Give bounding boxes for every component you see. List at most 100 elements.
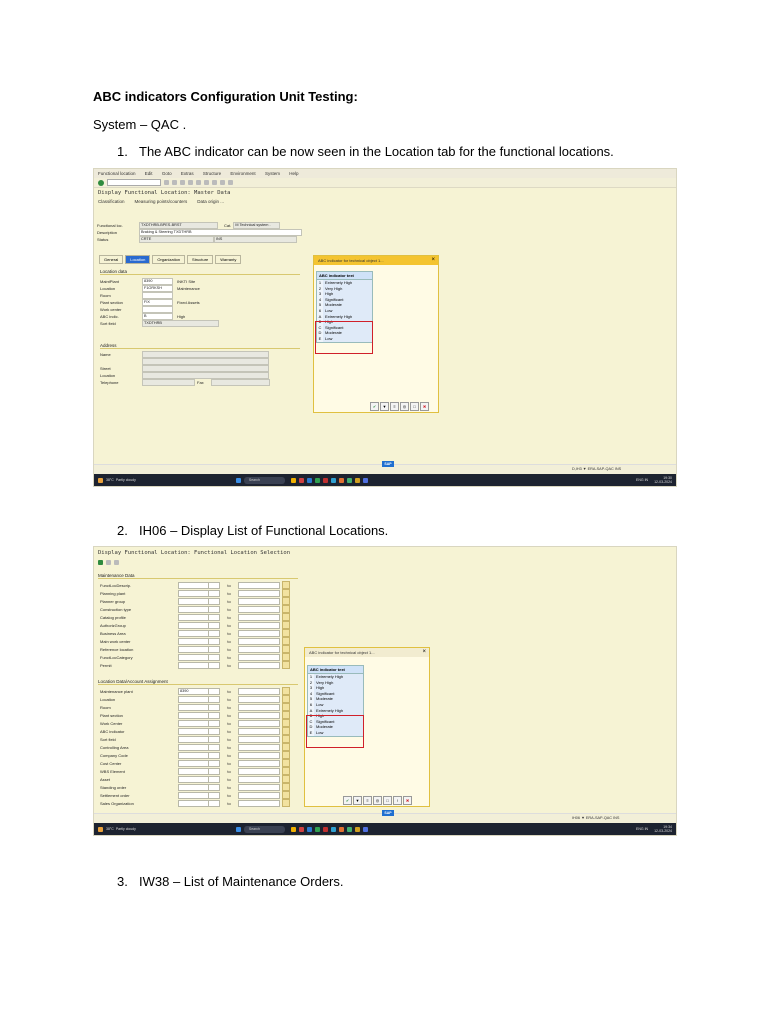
weather-icon[interactable]	[98, 477, 103, 483]
high-value-input[interactable]	[238, 637, 280, 645]
filter-icon[interactable]: ▼	[353, 796, 362, 805]
low-value-input-ext[interactable]	[208, 751, 220, 759]
low-value-input-ext[interactable]	[208, 711, 220, 719]
high-value-input[interactable]	[238, 775, 280, 783]
low-value-input[interactable]	[178, 629, 208, 637]
low-value-input-ext[interactable]	[208, 759, 220, 767]
multiple-selection-icon[interactable]	[282, 735, 290, 743]
low-value-input[interactable]	[178, 791, 208, 799]
multiple-selection-icon[interactable]	[282, 799, 290, 807]
menu-item[interactable]: Extras	[181, 171, 194, 176]
app-icon[interactable]	[330, 477, 336, 483]
app-icon[interactable]	[362, 826, 368, 832]
close-icon[interactable]: ×	[422, 648, 426, 657]
variant-icon[interactable]	[106, 560, 111, 565]
multiple-selection-icon[interactable]	[282, 695, 290, 703]
app-icon[interactable]	[306, 477, 312, 483]
app-icon[interactable]	[362, 477, 368, 483]
multiple-selection-icon[interactable]	[282, 597, 290, 605]
low-value-input[interactable]	[178, 727, 208, 735]
taskbar-search[interactable]: Search	[243, 476, 285, 484]
print-icon[interactable]: □	[383, 796, 392, 805]
high-value-input[interactable]	[238, 799, 280, 807]
high-value-input[interactable]	[238, 727, 280, 735]
multiple-selection-icon[interactable]	[282, 775, 290, 783]
high-value-input[interactable]	[238, 653, 280, 661]
low-value-input[interactable]	[178, 597, 208, 605]
low-value-input-ext[interactable]	[208, 605, 220, 613]
help-icon[interactable]	[228, 180, 233, 185]
multiple-selection-icon[interactable]	[282, 759, 290, 767]
multiple-selection-icon[interactable]	[282, 711, 290, 719]
low-value-input-ext[interactable]	[208, 727, 220, 735]
multiple-selection-icon[interactable]	[282, 589, 290, 597]
multiple-selection-icon[interactable]	[282, 629, 290, 637]
low-value-input-ext[interactable]	[208, 767, 220, 775]
low-value-input-ext[interactable]	[208, 645, 220, 653]
low-value-input-ext[interactable]	[208, 637, 220, 645]
sort-icon[interactable]: ≡	[390, 402, 399, 411]
high-value-input[interactable]	[238, 621, 280, 629]
multiple-selection-icon[interactable]	[282, 703, 290, 711]
low-value-input-ext[interactable]	[208, 799, 220, 807]
multiple-selection-icon[interactable]	[282, 637, 290, 645]
multiple-selection-icon[interactable]	[282, 613, 290, 621]
info-icon[interactable]: !	[393, 796, 402, 805]
low-value-input[interactable]	[178, 605, 208, 613]
app-icon[interactable]	[322, 826, 328, 832]
high-value-input[interactable]	[238, 581, 280, 589]
filter-icon[interactable]: ▼	[380, 402, 389, 411]
low-value-input[interactable]	[178, 735, 208, 743]
high-value-input[interactable]	[238, 767, 280, 775]
app-icon[interactable]	[346, 477, 352, 483]
layout-icon[interactable]	[220, 180, 225, 185]
info-icon[interactable]	[114, 560, 119, 565]
low-value-input[interactable]	[178, 799, 208, 807]
app-icon[interactable]	[290, 826, 296, 832]
low-value-input-ext[interactable]	[208, 735, 220, 743]
app-icon[interactable]	[346, 826, 352, 832]
high-value-input[interactable]	[238, 597, 280, 605]
menu-item[interactable]: System	[265, 171, 280, 176]
high-value-input[interactable]	[238, 751, 280, 759]
classification-button[interactable]: Classification	[98, 199, 125, 204]
cancel-icon[interactable]: ✖	[403, 796, 412, 805]
low-value-input[interactable]	[178, 719, 208, 727]
low-value-input[interactable]	[178, 645, 208, 653]
weather-icon[interactable]	[98, 826, 103, 832]
low-value-input-ext[interactable]	[208, 687, 220, 695]
multiple-selection-icon[interactable]	[282, 767, 290, 775]
execute-icon[interactable]	[98, 560, 103, 565]
measuring-points-button[interactable]: Measuring points/counters	[135, 199, 188, 204]
high-value-input[interactable]	[238, 783, 280, 791]
abc-indicator-field[interactable]: B	[142, 313, 173, 320]
command-field[interactable]	[107, 179, 161, 186]
multiple-selection-icon[interactable]	[282, 687, 290, 695]
app-icon[interactable]	[338, 477, 344, 483]
menu-item[interactable]: Help	[289, 171, 298, 176]
find-icon[interactable]	[204, 180, 209, 185]
low-value-input[interactable]	[178, 783, 208, 791]
high-value-input[interactable]	[238, 703, 280, 711]
low-value-input[interactable]	[178, 743, 208, 751]
high-value-input[interactable]	[238, 695, 280, 703]
low-value-input-ext[interactable]	[208, 743, 220, 751]
app-icon[interactable]	[306, 826, 312, 832]
taskbar-search[interactable]: Search	[243, 825, 285, 833]
multiple-selection-icon[interactable]	[282, 581, 290, 589]
high-value-input[interactable]	[238, 743, 280, 751]
low-value-input-ext[interactable]	[208, 581, 220, 589]
app-icon[interactable]	[298, 826, 304, 832]
high-value-input[interactable]	[238, 711, 280, 719]
low-value-input-ext[interactable]	[208, 661, 220, 669]
tab-structure[interactable]: Structure	[187, 255, 214, 264]
multiple-selection-icon[interactable]	[282, 661, 290, 669]
multiple-selection-icon[interactable]	[282, 621, 290, 629]
print-icon[interactable]: □	[410, 402, 419, 411]
enter-icon[interactable]	[98, 179, 104, 186]
low-value-input[interactable]	[178, 653, 208, 661]
close-icon[interactable]: ×	[431, 256, 435, 265]
menu-item[interactable]: Edit	[145, 171, 153, 176]
low-value-input[interactable]	[178, 759, 208, 767]
high-value-input[interactable]	[238, 629, 280, 637]
